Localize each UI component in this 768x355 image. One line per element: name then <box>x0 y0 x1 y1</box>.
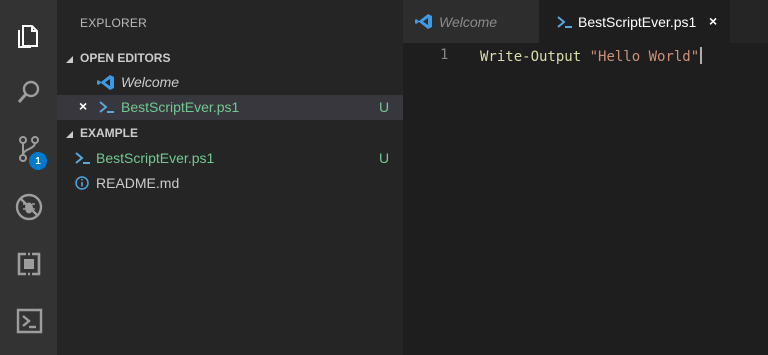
open-editor-bestscriptever[interactable]: × BestScriptEver.ps1 U <box>57 95 403 120</box>
code-editor[interactable]: 1 Write-Output "Hello World" <box>403 43 768 355</box>
debug-icon[interactable] <box>0 178 57 235</box>
close-icon[interactable]: × <box>709 13 717 29</box>
tab-welcome[interactable]: Welcome <box>403 0 539 43</box>
code-line[interactable]: Write-Output "Hello World" <box>480 47 703 65</box>
chevron-down-icon <box>65 128 74 142</box>
info-icon <box>75 176 89 193</box>
extensions-icon[interactable] <box>0 235 57 292</box>
git-status-badge: U <box>379 99 390 115</box>
source-control-icon[interactable]: 1 <box>0 120 57 177</box>
code-command: Write-Output <box>480 49 582 65</box>
section-label: EXAMPLE <box>80 126 139 140</box>
vscode-icon <box>415 13 433 33</box>
powershell-icon[interactable] <box>0 292 57 349</box>
close-icon[interactable]: × <box>79 98 87 114</box>
powershell-file-icon <box>99 101 115 116</box>
open-editor-welcome[interactable]: Welcome <box>57 70 403 95</box>
powershell-file-icon <box>557 16 573 31</box>
files-icon[interactable] <box>0 7 57 64</box>
code-string: "Hello World" <box>589 49 700 65</box>
file-readme[interactable]: README.md <box>57 171 403 196</box>
section-open-editors[interactable]: OPEN EDITORS <box>57 45 403 70</box>
file-label: BestScriptEver.ps1 <box>96 150 215 166</box>
section-example-folder[interactable]: EXAMPLE <box>57 120 403 145</box>
file-label: README.md <box>96 175 180 191</box>
line-number: 1 <box>440 47 449 63</box>
tab-label: BestScriptEver.ps1 <box>578 14 697 30</box>
explorer-sidebar: EXPLORER OPEN EDITORS Welcome × BestScri… <box>57 0 403 355</box>
tab-bestscriptever[interactable]: BestScriptEver.ps1 × <box>539 0 730 43</box>
powershell-file-icon <box>75 152 91 167</box>
git-status-badge: U <box>379 150 390 166</box>
text-cursor <box>700 47 703 64</box>
activity-bar: 1 <box>0 0 57 355</box>
sidebar-title: EXPLORER <box>80 16 147 30</box>
chevron-down-icon <box>65 53 74 67</box>
section-label: OPEN EDITORS <box>80 51 171 65</box>
open-editor-label: BestScriptEver.ps1 <box>121 99 240 115</box>
open-editor-label: Welcome <box>121 74 180 90</box>
editor-tab-bar: Welcome BestScriptEver.ps1 × <box>403 0 768 43</box>
file-bestscriptever[interactable]: BestScriptEver.ps1 U <box>57 146 403 171</box>
vscode-icon <box>97 74 115 94</box>
search-icon[interactable] <box>0 63 57 120</box>
source-control-badge: 1 <box>29 152 47 170</box>
tab-label: Welcome <box>439 14 498 30</box>
